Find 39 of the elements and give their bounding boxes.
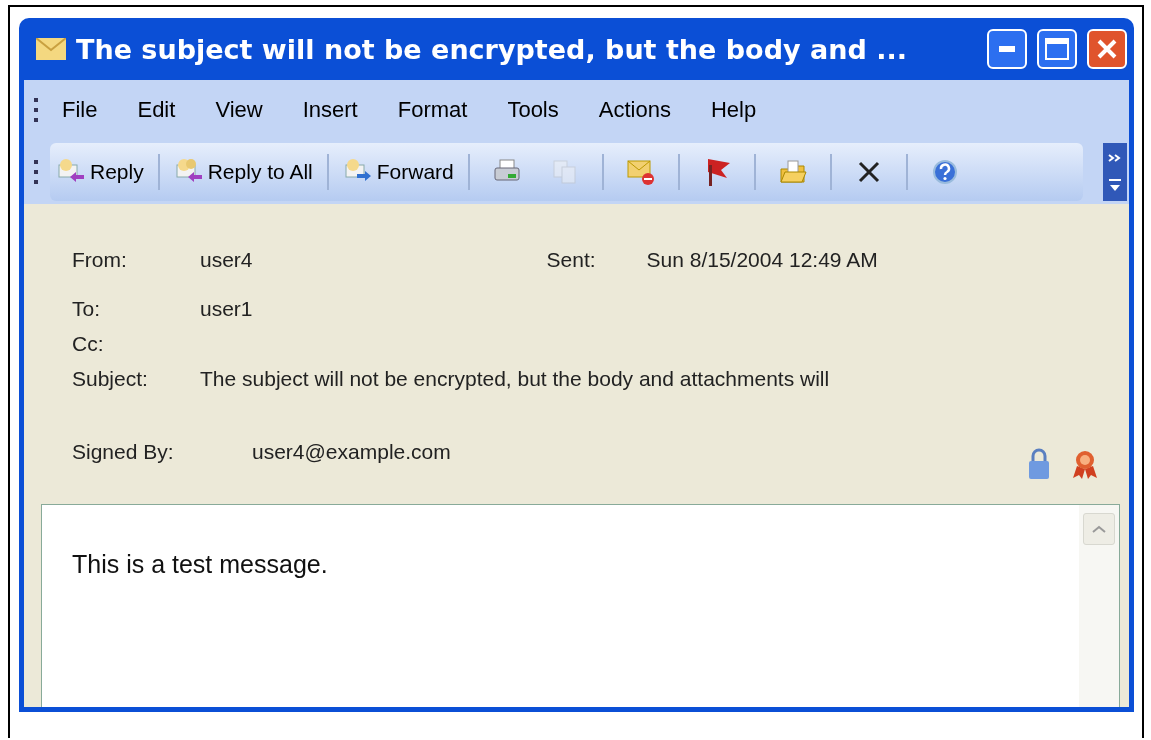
award-ribbon-icon[interactable] (1071, 448, 1099, 480)
menu-item[interactable]: Format (385, 93, 480, 127)
toolbar-button[interactable]: Forward (336, 153, 460, 191)
minimize-icon (999, 46, 1015, 52)
field-label: Sent: (546, 247, 597, 272)
field-label: To: (72, 296, 101, 321)
sender-name: user4 (200, 247, 253, 272)
toolbar-overflow-button[interactable] (1103, 143, 1127, 201)
envelope-icon (36, 38, 66, 60)
signer-address: user4@example.com (252, 439, 451, 464)
message-text: This is a test message. (72, 550, 328, 579)
menu-item[interactable]: Actions (586, 93, 683, 127)
maximize-button[interactable] (1037, 29, 1077, 69)
recipient-name: user1 (200, 296, 253, 321)
caret-icon (1092, 525, 1106, 533)
grip-icon (34, 98, 38, 122)
scroll-up-button[interactable] (1083, 513, 1115, 545)
menu-item[interactable]: View (203, 93, 275, 127)
field-label: Subject: (72, 366, 149, 391)
menu-item[interactable]: Help (698, 93, 769, 127)
minimize-button[interactable] (987, 29, 1027, 69)
menu-item[interactable]: Edit (125, 93, 188, 127)
field-label: Cc: (72, 331, 105, 356)
menu-item[interactable]: Tools (495, 93, 571, 127)
toolbar-button[interactable]: Reply to All (167, 153, 319, 191)
subject-text: The subject will not be encrypted, but the body and attachments will (200, 366, 830, 391)
menu-item[interactable]: Insert (290, 93, 370, 127)
grip-icon (34, 160, 38, 184)
field-label: From: (72, 247, 128, 272)
window-title: The subject will not be encrypted, but the body and ... (76, 33, 908, 65)
toolbar-button[interactable]: Reply (50, 153, 150, 191)
field-label: Signed By: (72, 439, 175, 464)
padlock-icon[interactable] (1027, 448, 1051, 480)
close-icon (1096, 38, 1118, 60)
sent-date: Sun 8/15/2004 12:49 AM (646, 247, 878, 272)
menu-item[interactable]: File (50, 93, 110, 127)
close-button[interactable] (1087, 29, 1127, 69)
maximize-icon (1045, 38, 1069, 60)
envelope-delete-icon (625, 157, 656, 187)
